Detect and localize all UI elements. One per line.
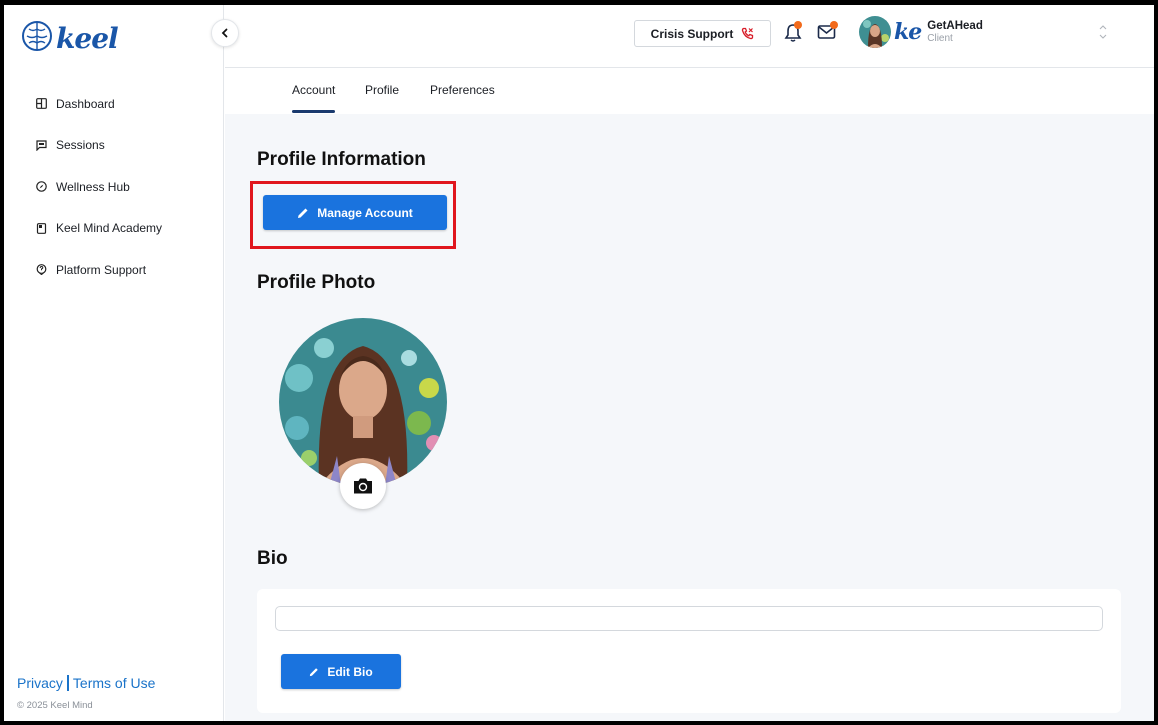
legal-links: Privacy Terms of Use [17, 675, 155, 691]
top-header: Crisis Support ke GetAHead Client [225, 5, 1154, 68]
chevron-down-icon [1099, 34, 1107, 39]
grid-icon [34, 97, 48, 111]
tab-profile[interactable]: Profile [365, 83, 399, 97]
sidebar-item-wellness-hub[interactable]: Wellness Hub [34, 166, 162, 208]
copyright-text: © 2025 Keel Mind [17, 700, 93, 711]
sidebar-item-label: Wellness Hub [56, 179, 130, 194]
collapse-sidebar-button[interactable] [211, 19, 239, 47]
sidebar-item-label: Platform Support [56, 262, 147, 277]
edit-bio-label: Edit Bio [327, 664, 373, 679]
sidebar-item-keel-mind-academy[interactable]: Keel Mind Academy [34, 208, 162, 250]
privacy-link[interactable]: Privacy [17, 675, 63, 691]
user-name: GetAHead [927, 20, 983, 33]
main-content: Profile Information Manage Account Profi… [225, 114, 1154, 721]
keel-mind-logo[interactable]: keel [20, 19, 119, 55]
phone-icon [741, 27, 754, 40]
sidebar-item-label: Keel Mind Academy [56, 221, 163, 236]
bio-title: Bio [257, 548, 288, 569]
logo-text: keel [56, 22, 119, 55]
sidebar-item-platform-support[interactable]: Platform Support [34, 249, 162, 291]
crisis-support-label: Crisis Support [650, 26, 734, 41]
account-tabs: Account Profile Preferences [225, 69, 1154, 114]
pencil-icon [309, 667, 319, 677]
messages-button[interactable] [817, 21, 838, 45]
compass-icon [34, 180, 48, 194]
notifications-button[interactable] [784, 21, 802, 48]
bio-field[interactable] [275, 606, 1103, 631]
change-photo-button[interactable] [340, 463, 386, 509]
manage-account-button[interactable]: Manage Account [263, 195, 447, 230]
manage-account-label: Manage Account [317, 205, 413, 220]
tab-preferences[interactable]: Preferences [430, 83, 495, 97]
sidebar-item-label: Dashboard [56, 96, 115, 111]
profile-photo-title: Profile Photo [257, 272, 376, 293]
terms-of-use-link[interactable]: Terms of Use [73, 675, 155, 691]
help-icon [34, 263, 48, 277]
sidebar-nav: Dashboard Sessions Wellness Hub Keel Min… [34, 83, 162, 291]
message-dot [830, 21, 838, 29]
sidebar: keel Dashboard Sessions Wellness Hub Kee… [4, 5, 239, 721]
pencil-icon [297, 207, 309, 219]
profile-photo [279, 318, 447, 486]
edit-bio-button[interactable]: Edit Bio [281, 654, 401, 689]
crisis-support-button[interactable]: Crisis Support [634, 20, 771, 47]
bio-card: Edit Bio [257, 589, 1121, 713]
user-menu[interactable]: ke GetAHead Client [859, 16, 983, 48]
chat-icon [34, 138, 48, 152]
user-menu-toggle[interactable] [1099, 25, 1107, 39]
sidebar-item-dashboard[interactable]: Dashboard [34, 83, 162, 125]
user-role: Client [927, 32, 953, 44]
link-divider [66, 675, 69, 691]
notification-dot [794, 21, 802, 29]
org-logo: ke [894, 19, 922, 45]
brain-icon [22, 21, 52, 51]
camera-icon [354, 478, 372, 494]
book-icon [34, 221, 48, 235]
tab-account[interactable]: Account [292, 83, 336, 113]
sidebar-footer: Privacy Terms of Use © 2025 Keel Mind [17, 675, 155, 711]
chevron-up-icon [1099, 25, 1107, 30]
avatar [859, 16, 891, 48]
sidebar-item-label: Sessions [56, 138, 105, 153]
user-info: GetAHead Client [927, 20, 983, 44]
profile-information-title: Profile Information [257, 149, 426, 170]
sidebar-item-sessions[interactable]: Sessions [34, 125, 162, 167]
chevron-left-icon [221, 28, 228, 38]
app-window: keel Dashboard Sessions Wellness Hub Kee… [4, 5, 1154, 721]
